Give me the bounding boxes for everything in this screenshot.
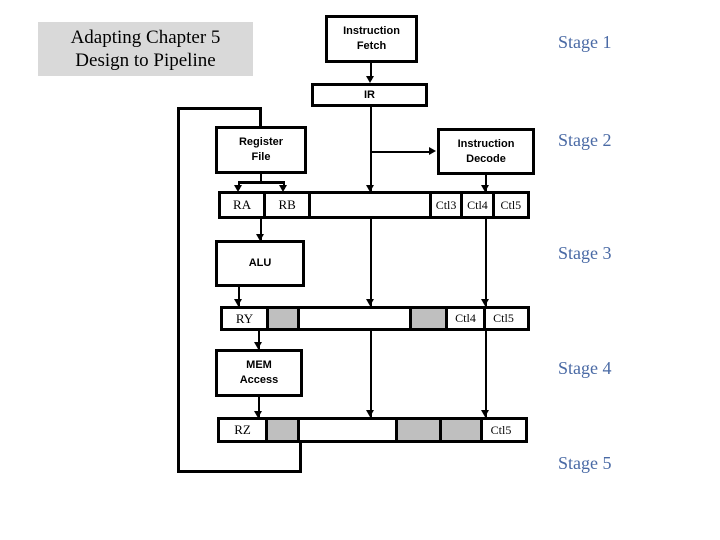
page-title-line-1: Adapting Chapter 5 [70, 26, 221, 48]
wire-writeback-rail [177, 107, 180, 473]
latch-cell-ctl4-s3: Ctl4 [448, 309, 486, 328]
block-register-file-line-1: Register [238, 136, 284, 149]
page-title: Adapting Chapter 5 Design to Pipeline [38, 22, 253, 76]
wire-latch3-to-latch4-data [370, 331, 372, 417]
arrow-ir-to-decode [429, 147, 436, 155]
latch-cell-rz: RZ [220, 420, 268, 440]
wire-writeback-bottom [177, 470, 302, 473]
latch-stage3: RY Ctl4 Ctl5 [220, 306, 530, 331]
block-alu[interactable]: ALU [215, 240, 305, 287]
wire-latch2-to-latch3-ctl [485, 219, 487, 306]
latch-cell-blank-4a [300, 420, 398, 440]
block-register-file[interactable]: Register File [215, 126, 307, 174]
block-mem-access[interactable]: MEM Access [215, 349, 303, 397]
latch-cell-blank-3a [300, 309, 412, 328]
stage-label-2: Stage 2 [558, 130, 612, 150]
block-alu-line-1: ALU [248, 257, 272, 270]
latch-cell-rb: RB [266, 194, 312, 216]
wire-ir-to-decode [370, 151, 430, 153]
block-mem-access-line-1: MEM [246, 359, 272, 372]
latch-stage2: RA RB Ctl3 Ctl4 Ctl5 [218, 191, 530, 219]
block-instruction-fetch[interactable]: Instruction Fetch [325, 15, 418, 63]
latch-cell-ry: RY [223, 309, 269, 328]
page-title-line-2: Design to Pipeline [75, 50, 216, 71]
block-instruction-decode-line-1: Instruction [457, 137, 515, 150]
latch-cell-ctl4-s2: Ctl4 [463, 194, 495, 216]
wire-ir-trunk [370, 107, 372, 191]
arrow-ry-to-mem [254, 342, 262, 349]
wire-regfile-bracket [238, 181, 285, 184]
block-instruction-decode-line-2: Decode [466, 152, 506, 165]
block-register-file-line-2: File [251, 151, 271, 163]
register-ir-label: IR [364, 89, 375, 101]
latch-cell-gray-4a [268, 420, 300, 440]
wire-writeback-top [177, 107, 262, 110]
latch-cell-ctl5-s2: Ctl5 [494, 194, 527, 216]
arrow-latch2-to-latch3-data [366, 299, 374, 306]
stage-label-1: Stage 1 [558, 32, 612, 52]
arrow-latch3-to-latch4-data [366, 410, 374, 417]
wire-rz-to-writeback [299, 443, 302, 473]
latch-cell-gray-4c [442, 420, 483, 440]
arrow-if-to-ir [366, 76, 374, 83]
latch-cell-blank-2a [311, 194, 432, 216]
latch-cell-ctl5-s3: Ctl5 [486, 309, 521, 328]
wire-latch3-to-latch4-ctl [485, 331, 487, 417]
wire-latch2-to-latch3-data [370, 219, 372, 306]
block-mem-access-line-2: Access [239, 374, 279, 386]
latch-cell-ctl5-s4: Ctl5 [483, 420, 519, 440]
stage-label-3: Stage 3 [558, 243, 612, 263]
latch-cell-gray-4b [398, 420, 442, 440]
arrow-latch3-to-latch4-ctl [481, 410, 489, 417]
latch-cell-ra: RA [221, 194, 267, 216]
block-instruction-fetch-line-2: Fetch [356, 40, 387, 52]
latch-stage4: RZ Ctl5 [217, 417, 528, 443]
latch-cell-ctl3: Ctl3 [431, 194, 464, 216]
wire-writeback-into-regfile [259, 107, 262, 126]
register-ir[interactable]: IR [311, 83, 428, 107]
block-instruction-decode[interactable]: Instruction Decode [437, 128, 535, 175]
stage-label-5: Stage 5 [558, 453, 612, 473]
arrow-latch2-to-latch3-ctl [481, 299, 489, 306]
latch-cell-gray-3a [269, 309, 300, 328]
arrow-alu-to-ry [234, 299, 242, 306]
stage-label-4: Stage 4 [558, 358, 612, 378]
block-instruction-fetch-line-1: Instruction [343, 25, 400, 38]
latch-cell-gray-3b [412, 309, 448, 328]
slide-canvas: Adapting Chapter 5 Design to Pipeline St… [0, 0, 720, 540]
